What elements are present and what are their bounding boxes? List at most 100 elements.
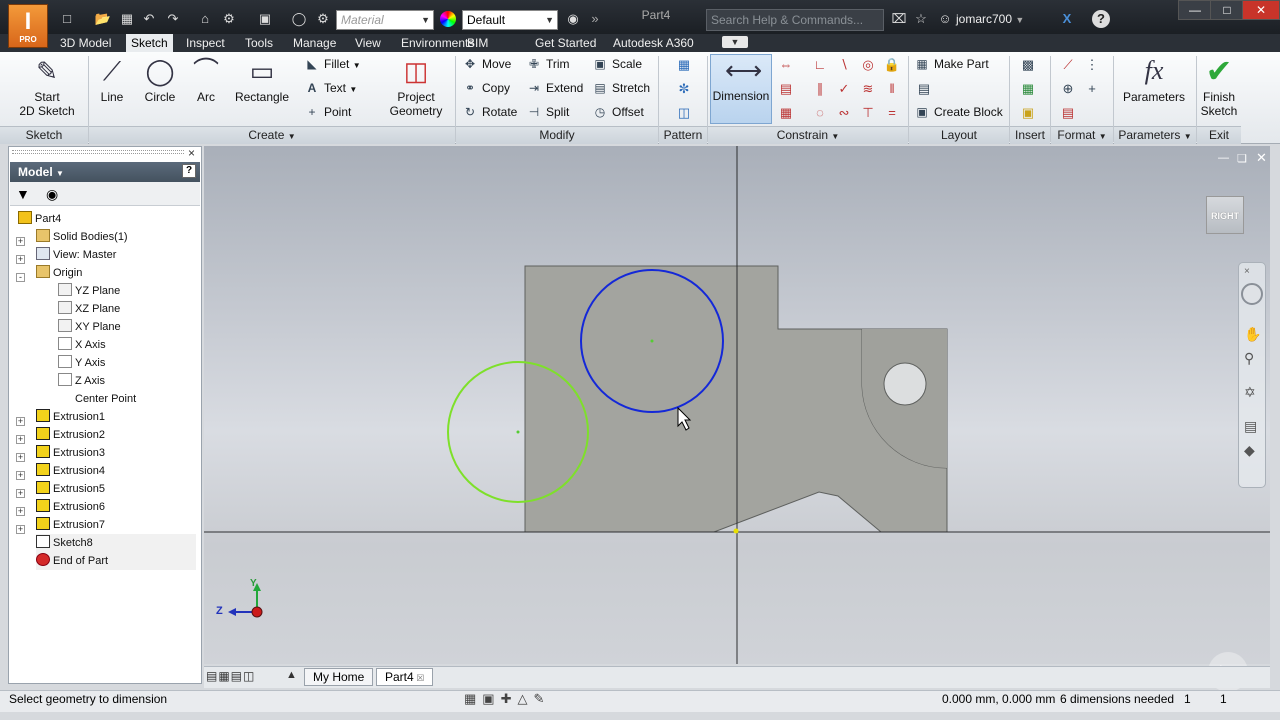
create-group-label[interactable]: Create ▼ bbox=[89, 126, 455, 144]
finish-sketch-button[interactable]: ✔ Finish Sketch bbox=[1198, 55, 1240, 124]
application-menu-button[interactable]: I PRO bbox=[8, 4, 48, 48]
browser-item[interactable]: Extrusion1 bbox=[36, 408, 105, 426]
browser-item[interactable]: Extrusion2 bbox=[36, 426, 105, 444]
tree-expander[interactable]: + bbox=[16, 448, 25, 462]
tab-inspect[interactable]: Inspect bbox=[181, 34, 230, 52]
browser-item[interactable]: Part4 bbox=[18, 210, 61, 228]
view-layout-icons[interactable]: ▤▦▤◫ bbox=[206, 669, 255, 683]
show-format-icon[interactable]: ▤ bbox=[1058, 102, 1078, 122]
chevron-up-icon[interactable]: ▲ bbox=[286, 669, 297, 681]
move-button[interactable]: ✥ Move bbox=[462, 54, 511, 74]
save-icon[interactable]: ▦ bbox=[118, 10, 136, 28]
auto-dimension-icon[interactable]: ⇔ bbox=[776, 54, 796, 74]
tab-view[interactable]: View bbox=[350, 34, 386, 52]
view-face-icon[interactable]: ◆ bbox=[1244, 442, 1255, 459]
import-points-icon[interactable]: ▦ bbox=[1018, 78, 1038, 98]
expand-icon[interactable]: + bbox=[16, 237, 25, 246]
arc-button[interactable]: ⌒ Arc bbox=[186, 56, 226, 124]
user-account[interactable]: jomarc700 ▼ bbox=[956, 9, 1052, 30]
tab-get-started[interactable]: Get Started bbox=[530, 34, 601, 52]
center-point-format-icon[interactable]: ⊕ bbox=[1058, 78, 1078, 98]
search-icon[interactable]: ⌧ bbox=[890, 10, 908, 28]
start-2d-sketch-button[interactable]: ✎ Start 2D Sketch bbox=[16, 56, 78, 124]
browser-item[interactable]: Solid Bodies(1) bbox=[36, 228, 128, 246]
close-button[interactable]: ✕ bbox=[1242, 0, 1280, 20]
minimize-button[interactable]: — bbox=[1178, 0, 1212, 20]
browser-item[interactable]: Extrusion6 bbox=[36, 498, 105, 516]
expand-icon[interactable]: + bbox=[16, 435, 25, 444]
help-icon[interactable]: ? bbox=[182, 164, 196, 178]
viewport-close-icon[interactable]: ✕ bbox=[1256, 150, 1267, 166]
driven-dimension-icon[interactable]: + bbox=[1082, 78, 1102, 98]
document-tab-my-home[interactable]: My Home bbox=[304, 668, 374, 686]
browser-item[interactable]: View: Master bbox=[36, 246, 116, 264]
browser-item[interactable]: YZ Plane bbox=[58, 282, 120, 300]
steering-wheel-icon[interactable] bbox=[1241, 283, 1263, 305]
snap-grid-icons[interactable]: ▦▣✚△✎ bbox=[464, 691, 550, 707]
tree-expander[interactable]: + bbox=[16, 466, 25, 480]
viewport-restore-icon[interactable]: ❏ bbox=[1237, 152, 1247, 165]
parallel-constraint-icon[interactable]: ∥ bbox=[810, 78, 830, 98]
tree-expander[interactable]: + bbox=[16, 502, 25, 516]
browser-item[interactable]: Y Axis bbox=[58, 354, 105, 372]
point-button[interactable]: + Point bbox=[304, 102, 351, 122]
tree-expander[interactable]: - bbox=[16, 268, 25, 282]
create-block-button[interactable]: ▣ Create Block bbox=[914, 102, 1002, 122]
tree-expander[interactable]: + bbox=[16, 430, 25, 444]
help-icon[interactable]: ? bbox=[1092, 10, 1110, 28]
make-components-icon[interactable]: ▤ bbox=[914, 78, 934, 98]
expand-toolbar-icon[interactable]: » bbox=[586, 10, 604, 28]
copy-button[interactable]: ⚭ Copy bbox=[462, 78, 510, 98]
constrain-group-label[interactable]: Constrain ▼ bbox=[708, 126, 908, 144]
rotate-button[interactable]: ↻ Rotate bbox=[462, 102, 517, 122]
update-icon[interactable]: ⚙ bbox=[220, 10, 238, 28]
tab-sketch[interactable]: Sketch bbox=[126, 34, 173, 52]
circular-pattern-icon[interactable]: ✼ bbox=[674, 78, 694, 98]
show-constraints-icon[interactable]: ▤ bbox=[776, 78, 796, 98]
offset-button[interactable]: ◷ Offset bbox=[592, 102, 644, 122]
browser-item[interactable]: Z Axis bbox=[58, 372, 105, 390]
tab-tools[interactable]: Tools bbox=[240, 34, 278, 52]
coincident-constraint-icon[interactable]: ∟ bbox=[810, 54, 830, 74]
extend-button[interactable]: ⇥ Extend bbox=[526, 78, 583, 98]
circle-button[interactable]: ◯ Circle bbox=[138, 56, 182, 124]
parameters-button[interactable]: fx Parameters bbox=[1120, 56, 1188, 124]
browser-item[interactable]: Origin bbox=[36, 264, 82, 282]
project-geometry-button[interactable]: ◫ Project Geometry bbox=[384, 56, 448, 124]
find-icon[interactable]: ◉ bbox=[46, 186, 58, 203]
measure-icon[interactable]: ◯ bbox=[290, 10, 308, 28]
zoom-icon[interactable]: ⚲ bbox=[1244, 350, 1254, 367]
browser-header[interactable]: Model ▼ bbox=[10, 162, 200, 182]
rectangular-pattern-icon[interactable]: ▦ bbox=[674, 54, 694, 74]
browser-item[interactable]: Center Point bbox=[58, 390, 136, 408]
pan-icon[interactable]: ✋ bbox=[1244, 326, 1261, 343]
appearance-dropdown[interactable]: Default ▼ bbox=[462, 10, 558, 30]
undo-icon[interactable]: ↶ bbox=[140, 10, 158, 28]
redo-icon[interactable]: ↷ bbox=[164, 10, 182, 28]
tree-expander[interactable]: + bbox=[16, 250, 25, 264]
tree-expander[interactable]: + bbox=[16, 484, 25, 498]
construction-icon[interactable]: ⟋ bbox=[1058, 54, 1078, 74]
new-file-icon[interactable]: □ bbox=[58, 10, 76, 28]
browser-item[interactable]: Extrusion7 bbox=[36, 516, 105, 534]
scale-button[interactable]: ▣ Scale bbox=[592, 54, 642, 74]
tab-3d-model[interactable]: 3D Model bbox=[55, 34, 116, 52]
tab-autodesk-a360[interactable]: Autodesk A360 bbox=[608, 34, 699, 52]
browser-item[interactable]: Extrusion5 bbox=[36, 480, 105, 498]
constraint-settings-icon[interactable]: ▦ bbox=[776, 102, 796, 122]
clear-appearance-icon[interactable]: ◉ bbox=[564, 10, 582, 28]
rectangle-button[interactable]: ▭ Rectangle bbox=[232, 56, 292, 124]
open-file-icon[interactable]: 📂 bbox=[94, 10, 112, 28]
home-view-icon[interactable]: ⌂ bbox=[196, 10, 214, 28]
fix-constraint-icon[interactable]: 🔒 bbox=[882, 54, 902, 74]
horizontal-constraint-icon[interactable]: ≋ bbox=[858, 78, 878, 98]
make-part-button[interactable]: ▦ Make Part bbox=[914, 54, 988, 74]
text-button[interactable]: A Text ▼ bbox=[304, 78, 358, 98]
view-cube[interactable]: RIGHT bbox=[1206, 196, 1244, 234]
favorites-icon[interactable]: ☆ bbox=[912, 10, 930, 28]
parameters-group-label[interactable]: Parameters ▼ bbox=[1114, 126, 1196, 144]
tree-expander[interactable]: + bbox=[16, 232, 25, 246]
user-icon[interactable]: ☺ bbox=[936, 10, 954, 28]
dimension-button[interactable]: ⟷ Dimension bbox=[710, 54, 772, 124]
graphics-window[interactable] bbox=[204, 146, 1270, 664]
